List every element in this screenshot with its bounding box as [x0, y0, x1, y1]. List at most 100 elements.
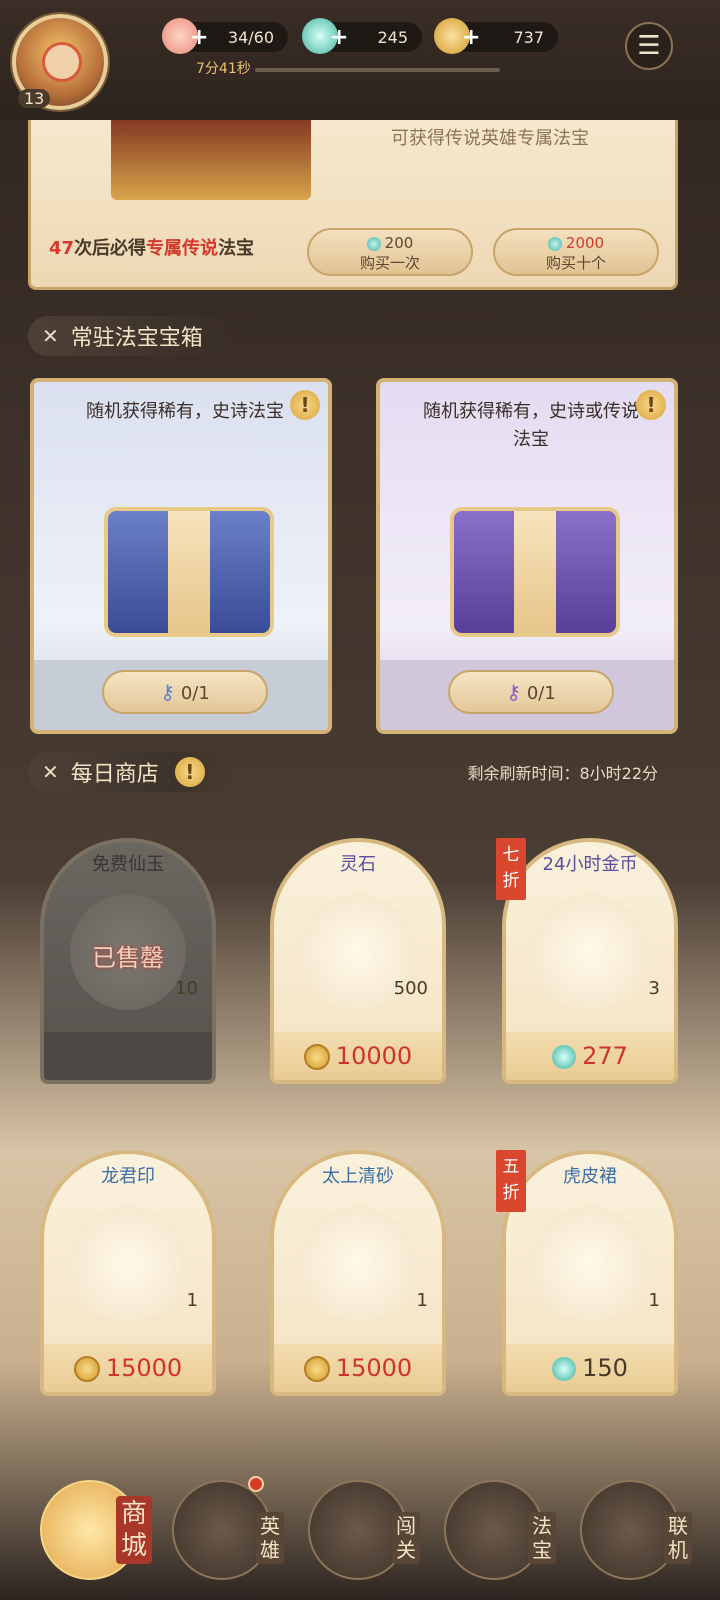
box-description: 随机获得稀有，史诗法宝 — [86, 401, 284, 422]
add-coin-icon[interactable]: + — [462, 27, 480, 49]
resident-boxes-header: ✕ 常驻法宝宝箱 — [28, 316, 678, 356]
rare-epic-box-card[interactable]: 随机获得稀有，史诗法宝 ! ⚷ 0/1 — [30, 378, 332, 734]
seal-icon — [70, 1206, 186, 1322]
shop-item[interactable]: 虎皮裙 1 150 — [502, 1150, 678, 1396]
shop-item[interactable]: 太上清砂 1 15000 — [270, 1150, 446, 1396]
discount-badge: 七折 — [496, 838, 526, 900]
chest-band — [168, 511, 210, 633]
add-gem-icon[interactable]: + — [330, 27, 348, 49]
legend-box-card: 可获得传说英雄专属法宝 47次后必得专属传说法宝 200 购买一次 2000 购… — [28, 120, 678, 290]
section-title: 常驻法宝宝箱 — [70, 326, 203, 351]
add-stamina-icon[interactable]: + — [190, 27, 208, 49]
buy-item-button[interactable]: 10000 — [274, 1032, 442, 1080]
nav-label: 法宝 — [528, 1512, 556, 1564]
coin-icon — [303, 1356, 330, 1382]
nav-label: 英雄 — [256, 1512, 284, 1564]
purple-chest-image — [450, 507, 620, 637]
top-bar: 13 + 34/60 + 245 + 737 7分41秒 ☰ — [0, 0, 720, 120]
item-name: 灵石 — [340, 854, 376, 875]
shop-item: 免费仙玉 已售罄 10 — [40, 838, 216, 1084]
stamina-counter[interactable]: + 34/60 — [162, 18, 288, 54]
nav-treasures[interactable]: 法宝 — [444, 1470, 564, 1580]
item-name: 太上清砂 — [322, 1166, 394, 1187]
tiger-skirt-icon — [532, 1206, 648, 1322]
key-icon: ⚷ — [160, 680, 175, 704]
buy-item-button[interactable]: 15000 — [44, 1344, 212, 1392]
jade-icon — [547, 236, 562, 251]
epic-legend-box-card[interactable]: 随机获得稀有，史诗或传说法宝 ! ⚷ 0/1 — [376, 378, 678, 734]
nav-stages[interactable]: 闯关 — [308, 1470, 428, 1580]
coin-icon — [303, 1044, 330, 1070]
stamina-timer-bar — [255, 68, 500, 72]
gem-value: 245 — [377, 27, 408, 47]
gourd-icon — [300, 1206, 416, 1322]
nav-label: 闯关 — [392, 1512, 420, 1564]
discount-badge: 五折 — [496, 1150, 526, 1212]
stamina-value: 34/60 — [227, 27, 274, 47]
jade-icon — [552, 1357, 577, 1381]
item-name: 虎皮裙 — [563, 1166, 617, 1187]
info-icon[interactable]: ! — [174, 757, 205, 787]
item-quantity: 500 — [393, 978, 428, 999]
info-icon[interactable]: ! — [636, 390, 666, 420]
section-title: 每日商店 — [70, 762, 159, 787]
nav-shop[interactable]: 商城 — [40, 1470, 160, 1580]
item-quantity: 1 — [416, 1290, 428, 1311]
buy-item-button[interactable]: 15000 — [274, 1344, 442, 1392]
gem-counter[interactable]: + 245 — [302, 18, 422, 54]
ornament-icon: ✕ — [42, 760, 59, 784]
buy-once-label: 购买一次 — [359, 254, 420, 272]
open-box-button[interactable]: ⚷ 0/1 — [448, 670, 614, 714]
info-icon[interactable]: ! — [290, 390, 320, 420]
item-quantity: 1 — [648, 1290, 660, 1311]
nav-heroes[interactable]: 英雄 — [172, 1470, 292, 1580]
section-title-pill: ✕ 常驻法宝宝箱 — [28, 316, 233, 356]
player-avatar[interactable]: 13 — [12, 14, 108, 110]
item-name: 免费仙玉 — [92, 854, 164, 875]
coin-value: 737 — [513, 27, 544, 47]
item-price: 10000 — [335, 1042, 413, 1070]
item-quantity: 3 — [648, 978, 660, 999]
avatar-face — [42, 42, 82, 82]
buy-ten-button[interactable]: 2000 购买十个 — [493, 228, 659, 276]
shop-item[interactable]: 龙君印 1 15000 — [40, 1150, 216, 1396]
notification-dot — [248, 1476, 264, 1492]
stamina-timer: 7分41秒 — [196, 61, 251, 77]
key-icon: ⚷ — [506, 680, 521, 704]
bottom-nav: 商城 英雄 闯关 法宝 联机 — [0, 1450, 720, 1600]
nav-multiplayer[interactable]: 联机 — [580, 1470, 700, 1580]
refresh-timer: 剩余刷新时间：8小时22分 — [467, 764, 658, 783]
box-description: 随机获得稀有，史诗或传说法宝 — [423, 401, 639, 450]
shop-item[interactable]: 24小时金币 3 277 — [502, 838, 678, 1084]
jade-icon — [552, 1045, 577, 1069]
jade-icon — [366, 236, 381, 251]
item-price: 150 — [582, 1354, 628, 1382]
buy-ten-price: 2000 — [565, 234, 605, 252]
item-price: 15000 — [335, 1354, 413, 1382]
pity-end: 法宝 — [218, 238, 255, 259]
item-quantity: 1 — [186, 1290, 198, 1311]
nav-label: 商城 — [116, 1496, 152, 1564]
coin-hourglass-icon — [532, 894, 648, 1010]
coin-counter[interactable]: + 737 — [434, 18, 558, 54]
ornament-icon: ✕ — [42, 324, 59, 348]
pity-text: 47次后必得专属传说法宝 — [49, 234, 254, 260]
item-quantity: 10 — [175, 978, 198, 999]
sold-out-label: 已售罄 — [92, 944, 164, 972]
item-price: 15000 — [105, 1354, 183, 1382]
price-bar — [44, 1032, 212, 1080]
shop-item[interactable]: 灵石 500 10000 — [270, 838, 446, 1084]
legend-chest-image — [111, 120, 311, 200]
open-box-button[interactable]: ⚷ 0/1 — [102, 670, 268, 714]
player-level: 13 — [18, 89, 51, 108]
legend-subtitle: 可获得传说英雄专属法宝 — [391, 128, 589, 149]
menu-button[interactable]: ☰ — [625, 22, 673, 70]
buy-item-button[interactable]: 150 — [506, 1344, 674, 1392]
buy-item-button[interactable]: 277 — [506, 1032, 674, 1080]
daily-shop-header: ✕ 每日商店 ! 剩余刷新时间：8小时22分 — [28, 752, 678, 792]
key-count: 0/1 — [180, 683, 210, 704]
buy-once-price: 200 — [384, 234, 414, 252]
nav-label: 联机 — [664, 1512, 692, 1564]
item-price: 277 — [582, 1042, 628, 1070]
buy-once-button[interactable]: 200 购买一次 — [307, 228, 473, 276]
